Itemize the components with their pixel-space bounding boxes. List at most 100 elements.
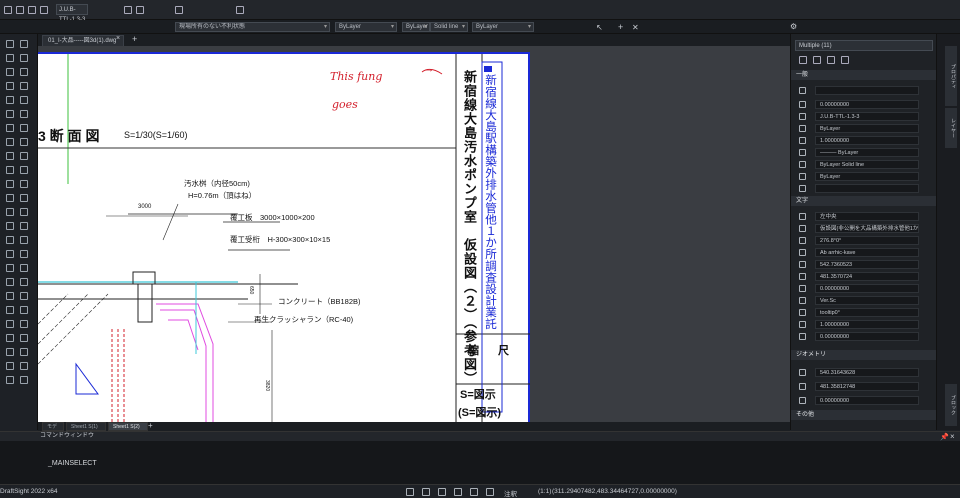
prop-value[interactable]: 0.00000000	[815, 284, 919, 293]
prop-value[interactable]: 左中央	[815, 212, 919, 221]
linetype-layer-dropdown[interactable]: ByLayer	[402, 22, 430, 32]
copy-tool-icon[interactable]	[20, 110, 28, 118]
measure-tool-icon[interactable]	[20, 250, 28, 258]
prop-value[interactable]	[815, 184, 919, 193]
color-dropdown[interactable]: ByLayer	[335, 22, 397, 32]
select-objects-icon[interactable]	[813, 56, 821, 64]
cursor-mode-icon[interactable]	[406, 488, 414, 496]
snap-tool-icon[interactable]	[6, 376, 14, 384]
annotation-label[interactable]: 注釈	[504, 488, 517, 498]
block-tool-icon[interactable]	[6, 236, 14, 244]
flatten-tool-icon[interactable]	[20, 362, 28, 370]
leader-tool-icon[interactable]	[20, 222, 28, 230]
tab-add-icon[interactable]: +	[132, 34, 137, 44]
tab-layers[interactable]: レイヤー	[945, 108, 957, 148]
gear-icon[interactable]: ⚙	[790, 22, 797, 31]
lineweight-dropdown[interactable]: ByLayer	[472, 22, 534, 32]
region-tool-icon[interactable]	[20, 264, 28, 272]
layer-tool-icon[interactable]	[6, 320, 14, 328]
tab-sheet1[interactable]: Sheet1 S(1)	[66, 422, 106, 431]
polar-icon[interactable]	[454, 488, 462, 496]
prop-value[interactable]: 1.00000000	[815, 136, 919, 145]
rectangle-tool-icon[interactable]	[6, 68, 14, 76]
layer-selector[interactable]: J.U.B-TTL-1.3-3	[56, 4, 88, 23]
group-tool-icon[interactable]	[6, 334, 14, 342]
prop-value[interactable]: ByLayer	[815, 172, 919, 181]
point-tool-icon[interactable]	[6, 264, 14, 272]
redo-icon[interactable]	[136, 6, 144, 14]
tab-properties[interactable]: プロパティ	[945, 46, 957, 106]
polyline-tool-icon[interactable]	[20, 40, 28, 48]
scissor-icon[interactable]: ✕	[632, 23, 639, 32]
align-tool-icon[interactable]	[6, 348, 14, 356]
drawing-canvas[interactable]: This fung goes → 3 断 面 図 S=1/30(S=1/60) …	[38, 46, 790, 422]
quick-select-icon[interactable]	[799, 56, 807, 64]
prop-value[interactable]: 仮設図(非公開を大品構築外排水管他1か所調査設計業託	[815, 224, 919, 233]
print-icon[interactable]	[40, 6, 48, 14]
prop-value[interactable]: 542.7360523	[815, 260, 919, 269]
tab-sheet2[interactable]: Sheet1 S(2)	[108, 422, 148, 431]
mirror-tool-icon[interactable]	[6, 138, 14, 146]
hatch-tool-icon[interactable]	[6, 96, 14, 104]
section-general[interactable]: 一般	[791, 70, 937, 80]
prop-value[interactable]: 481.3570724	[815, 272, 919, 281]
rotate-tool-icon[interactable]	[6, 124, 14, 132]
dimension-tool-icon[interactable]	[6, 222, 14, 230]
polygon-tool-icon[interactable]	[20, 68, 28, 76]
move-tool-icon[interactable]	[6, 110, 14, 118]
prop-value[interactable]: 0.00000000	[815, 332, 919, 341]
extend-tool-icon[interactable]	[20, 152, 28, 160]
prop-value[interactable]: J.U.B-TTL-1.3-3	[815, 112, 919, 121]
prop-value[interactable]: Ab arrhic-kave	[815, 248, 919, 257]
pin-icon[interactable]: 📌	[940, 433, 949, 441]
linestyle-dropdown[interactable]: Solid line	[430, 22, 468, 32]
etrack-icon[interactable]	[486, 488, 494, 496]
toggle-pickadd-icon[interactable]	[827, 56, 835, 64]
arc-tool-icon[interactable]	[6, 54, 14, 62]
prop-value[interactable]: ByLayer Solid line	[815, 160, 919, 169]
prop-value[interactable]: 276.8°0°	[815, 236, 919, 245]
scale-tool-icon[interactable]	[20, 124, 28, 132]
prop-value[interactable]: 0.00000000	[815, 100, 919, 109]
section-geometry[interactable]: ジオメトリ	[791, 350, 937, 360]
tab-blocks[interactable]: ブロック	[945, 384, 957, 426]
ortho-icon[interactable]	[438, 488, 446, 496]
close-icon[interactable]: ×	[950, 432, 955, 441]
prop-value[interactable]: 540.31643628	[815, 368, 919, 377]
stretch-tool-icon[interactable]	[6, 194, 14, 202]
crosshair-icon[interactable]: +	[618, 22, 623, 32]
break-tool-icon[interactable]	[20, 194, 28, 202]
ungroup-tool-icon[interactable]	[20, 334, 28, 342]
open-icon[interactable]	[16, 6, 24, 14]
layer-icon[interactable]	[236, 6, 244, 14]
tab-document[interactable]: 01_I-大品-----図3d(1).dwg	[42, 35, 124, 46]
section-misc[interactable]: その他	[791, 410, 937, 420]
erase-tool-icon[interactable]	[20, 208, 28, 216]
grid-tool-icon[interactable]	[20, 376, 28, 384]
prop-value[interactable]: tooltip0°	[815, 308, 919, 317]
help-icon[interactable]	[841, 56, 849, 64]
join-tool-icon[interactable]	[6, 208, 14, 216]
selection-dropdown[interactable]: Multiple (11)	[795, 40, 933, 51]
zoom-icon[interactable]	[175, 6, 183, 14]
divide-tool-icon[interactable]	[6, 362, 14, 370]
undo-icon[interactable]	[124, 6, 132, 14]
prop-value[interactable]: 481.35812748	[815, 382, 919, 391]
ellipse-tool-icon[interactable]	[20, 82, 28, 90]
save-icon[interactable]	[28, 6, 36, 14]
command-window[interactable]: コマンドウィンドウ 📌 × _MAINSELECT	[0, 431, 960, 484]
xref-tool-icon[interactable]	[6, 306, 14, 314]
grid-icon[interactable]	[422, 488, 430, 496]
spline-tool-icon[interactable]	[6, 82, 14, 90]
prop-value[interactable]: Ver.Sc	[815, 296, 919, 305]
prop-value[interactable]: 1.00000000	[815, 320, 919, 329]
circle-tool-icon[interactable]	[20, 54, 28, 62]
fillet-tool-icon[interactable]	[6, 166, 14, 174]
section-text[interactable]: 文字	[791, 196, 937, 206]
cursor-tool-icon[interactable]: ↖	[596, 23, 603, 32]
boundary-tool-icon[interactable]	[6, 278, 14, 286]
chamfer-tool-icon[interactable]	[20, 166, 28, 174]
prop-value[interactable]: ByLayer	[815, 124, 919, 133]
prop-value[interactable]	[815, 86, 919, 95]
revcloud-tool-icon[interactable]	[20, 278, 28, 286]
